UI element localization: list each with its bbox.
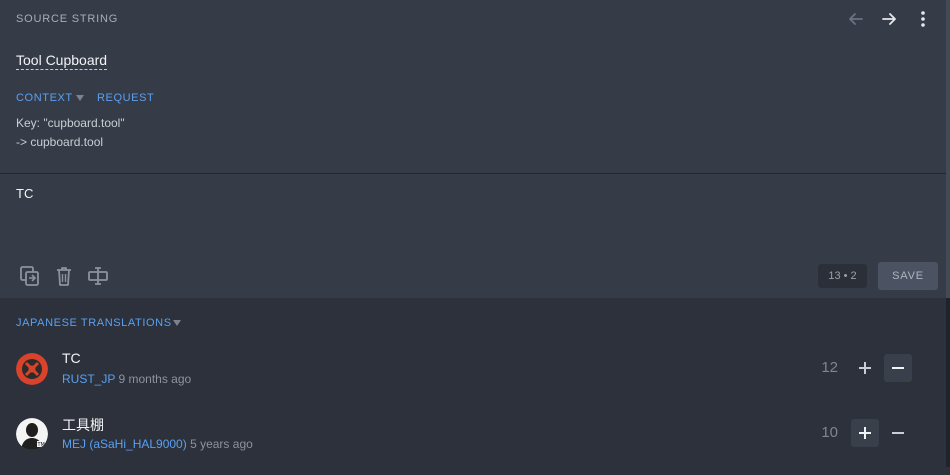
translation-author[interactable]: MEJ (aSaHi_HAL9000) [62,437,187,451]
clear-translation-button[interactable] [52,264,76,288]
scrollbar-thumb[interactable] [946,0,950,298]
plus-icon [859,362,871,374]
arrow-left-icon [849,13,863,25]
chevron-down-icon[interactable] [173,320,181,326]
tab-request[interactable]: REQUEST [97,92,154,104]
trash-icon [57,267,71,286]
text-cursor-icon [88,267,108,285]
more-vertical-icon [921,11,925,27]
plus-icon [859,427,871,439]
translation-text: TC [62,350,81,366]
copy-source-button[interactable] [18,264,42,288]
translation-row[interactable]: TM 工具棚 MEJ (aSaHi_HAL9000) 5 years ago 1… [0,415,946,475]
translations-panel: JAPANESE TRANSLATIONS TC RUST_JP 9 month… [0,298,946,467]
translation-row[interactable]: TC RUST_JP 9 months ago 12 [0,350,946,410]
next-string-button[interactable] [878,9,900,29]
save-button[interactable]: SAVE [878,262,938,290]
translation-author[interactable]: RUST_JP [62,372,115,386]
translation-editor: TC 13 • 2 SAVE [0,174,946,298]
translation-meta: RUST_JP 9 months ago [62,372,191,386]
avatar [16,353,48,385]
source-string-panel: SOURCE STRING Tool Cupboard CONTEXT REQU… [0,0,946,173]
downvote-button[interactable] [884,419,912,447]
svg-text:TM: TM [37,442,45,448]
arrow-right-icon [882,13,896,25]
translation-input[interactable]: TC [16,186,33,201]
translation-time: 9 months ago [118,372,192,386]
upvote-button[interactable] [851,419,879,447]
vote-count: 10 [821,424,838,441]
source-string-label: SOURCE STRING [16,13,119,25]
minus-icon [892,367,904,369]
upvote-button[interactable] [851,354,879,382]
previous-string-button[interactable] [845,9,867,29]
insert-placeholder-button[interactable] [86,264,110,288]
translation-time: 5 years ago [190,437,253,451]
context-key-line: Key: "cupboard.tool" [16,116,125,130]
translations-header[interactable]: JAPANESE TRANSLATIONS [16,317,172,329]
translation-text: 工具棚 [62,417,104,433]
copy-icon [20,266,39,286]
character-counter: 13 • 2 [818,264,867,288]
context-path-line: -> cupboard.tool [16,135,104,149]
vote-count: 12 [821,359,838,376]
translation-meta: MEJ (aSaHi_HAL9000) 5 years ago [62,437,253,451]
downvote-button[interactable] [884,354,912,382]
minus-icon [892,432,904,434]
tab-context[interactable]: CONTEXT [16,92,73,104]
avatar: TM [16,418,48,450]
chevron-down-icon[interactable] [76,95,84,101]
source-string-text[interactable]: Tool Cupboard [16,52,108,70]
more-options-button[interactable] [912,9,934,29]
